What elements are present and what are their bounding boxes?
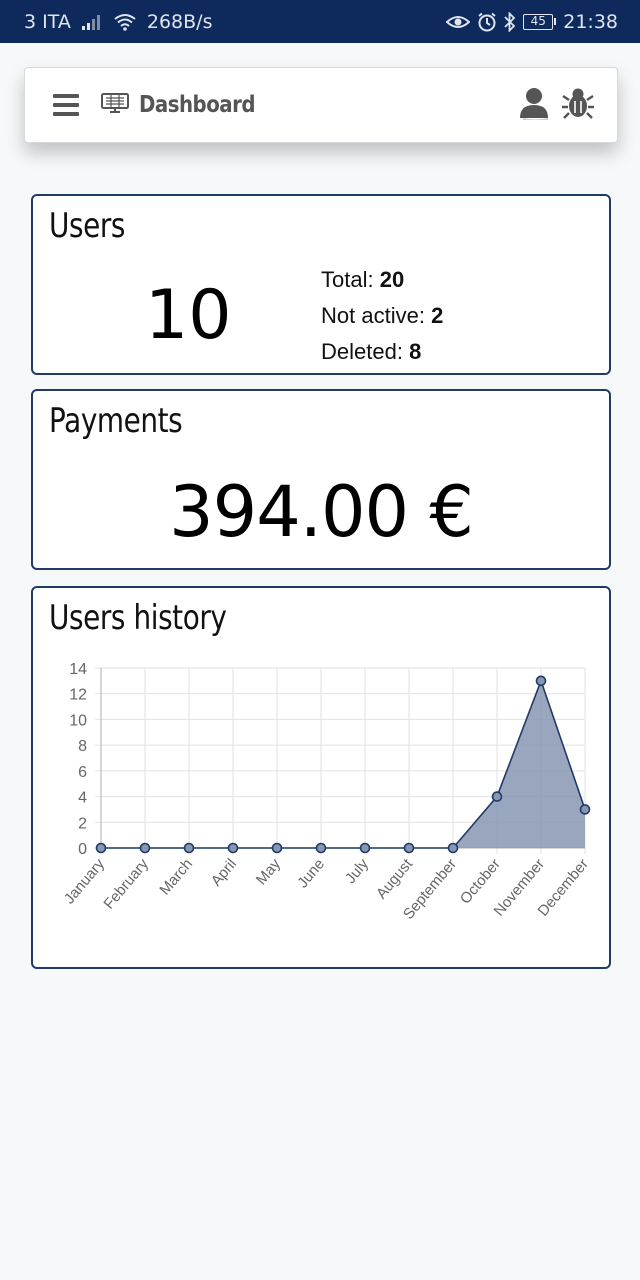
x-tick-label: February <box>100 855 152 912</box>
bluetooth-icon <box>504 11 516 32</box>
data-point <box>315 842 327 854</box>
y-tick-label: 8 <box>78 738 87 755</box>
total-users-row: Total: 20 <box>321 262 443 298</box>
app-bar: Dashboard <box>24 67 618 143</box>
deleted-users-label: Deleted: <box>321 339 403 364</box>
deleted-users-value: 8 <box>409 339 422 364</box>
network-speed: 268B/s <box>146 10 213 33</box>
status-bar: 3 ITA 268B/s 45 21:38 <box>0 0 640 43</box>
users-history-card: Users history 0 2 4 6 8 10 12 14 January February… <box>31 586 611 969</box>
payments-card: Payments 394.00 € <box>31 389 611 570</box>
data-point <box>227 842 239 854</box>
y-tick-label: 4 <box>78 790 87 807</box>
users-card: Users 10 Total: 20 Not active: 2 Deleted… <box>31 194 611 375</box>
data-point <box>403 842 415 854</box>
alarm-icon <box>477 12 497 32</box>
menu-icon[interactable] <box>53 94 79 116</box>
data-point <box>535 675 547 687</box>
dashboard-icon <box>101 92 129 119</box>
y-tick-label: 14 <box>69 661 87 678</box>
data-point <box>491 791 503 802</box>
x-tick-label: April <box>208 856 240 890</box>
wifi-icon <box>113 13 137 31</box>
data-point <box>579 804 591 815</box>
payments-amount: 394.00 € <box>169 471 474 553</box>
y-tick-label: 12 <box>69 687 87 704</box>
data-point <box>359 842 371 854</box>
deleted-users-row: Deleted: 8 <box>321 334 443 370</box>
carrier-label: 3 ITA <box>24 10 71 33</box>
battery-icon: 45 <box>523 13 557 30</box>
eye-icon <box>446 13 471 31</box>
clock-time: 21:38 <box>563 10 618 33</box>
total-users-label: Total: <box>321 267 374 292</box>
battery-level: 45 <box>523 13 554 30</box>
data-point <box>139 842 151 854</box>
user-profile-icon[interactable] <box>519 86 549 125</box>
payments-card-title: Payments <box>49 401 183 441</box>
users-history-chart: 02468101214JanuaryFebruary March April May J… <box>61 661 592 923</box>
y-tick-label: 10 <box>69 712 87 729</box>
y-tick-label: 6 <box>78 764 87 781</box>
total-users-value: 20 <box>379 267 405 292</box>
active-users-count: 10 <box>145 276 232 355</box>
x-tick-label: May <box>253 855 285 888</box>
x-tick-label: July <box>342 855 372 887</box>
not-active-users-value: 2 <box>431 303 444 328</box>
users-stats: Total: 20 Not active: 2 Deleted: 8 <box>321 262 443 370</box>
page-title: Dashboard <box>139 92 256 118</box>
y-tick-label: 0 <box>78 841 87 858</box>
not-active-users-label: Not active: <box>321 303 425 328</box>
x-tick-label: March <box>156 856 196 899</box>
data-point <box>271 842 283 854</box>
x-tick-label: June <box>294 856 328 892</box>
not-active-users-row: Not active: 2 <box>321 298 443 334</box>
data-point <box>447 842 459 854</box>
x-tick-label: August <box>373 855 417 902</box>
users-card-title: Users <box>49 206 126 246</box>
signal-icon <box>81 13 103 31</box>
y-tick-label: 2 <box>78 815 87 832</box>
series-area <box>101 680 585 848</box>
data-point <box>183 842 195 854</box>
bug-report-icon[interactable] <box>561 86 595 125</box>
data-point <box>95 842 107 854</box>
